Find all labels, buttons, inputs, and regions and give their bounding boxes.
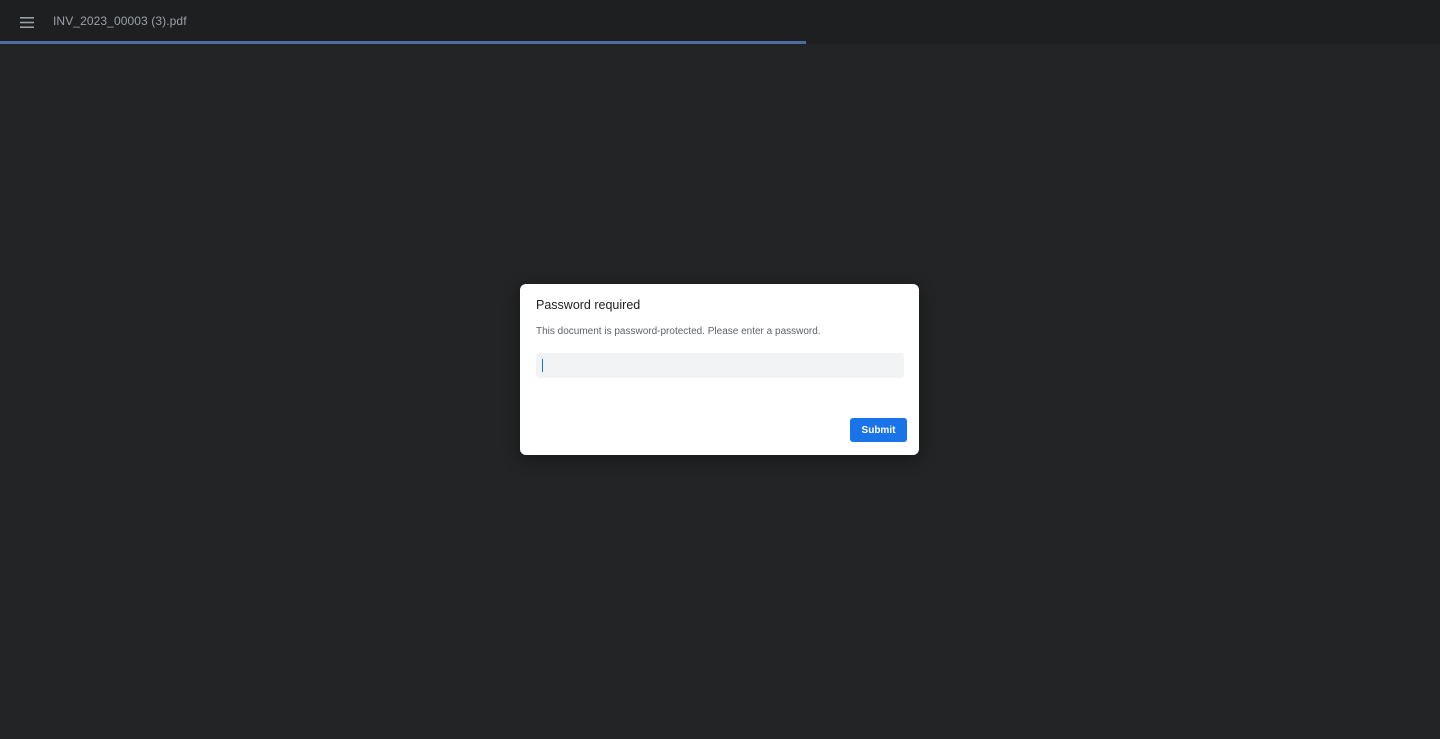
password-input[interactable]: [536, 353, 904, 378]
document-title: INV_2023_00003 (3).pdf: [53, 14, 187, 28]
text-caret: [542, 359, 543, 372]
pdf-toolbar: INV_2023_00003 (3).pdf: [0, 0, 1440, 44]
submit-button[interactable]: Submit: [850, 418, 907, 442]
dialog-title: Password required: [536, 298, 641, 312]
menu-button[interactable]: [14, 10, 40, 34]
hamburger-menu-icon: [20, 16, 34, 28]
dialog-message: This document is password-protected. Ple…: [536, 326, 821, 337]
password-dialog: Password required This document is passw…: [520, 284, 919, 455]
